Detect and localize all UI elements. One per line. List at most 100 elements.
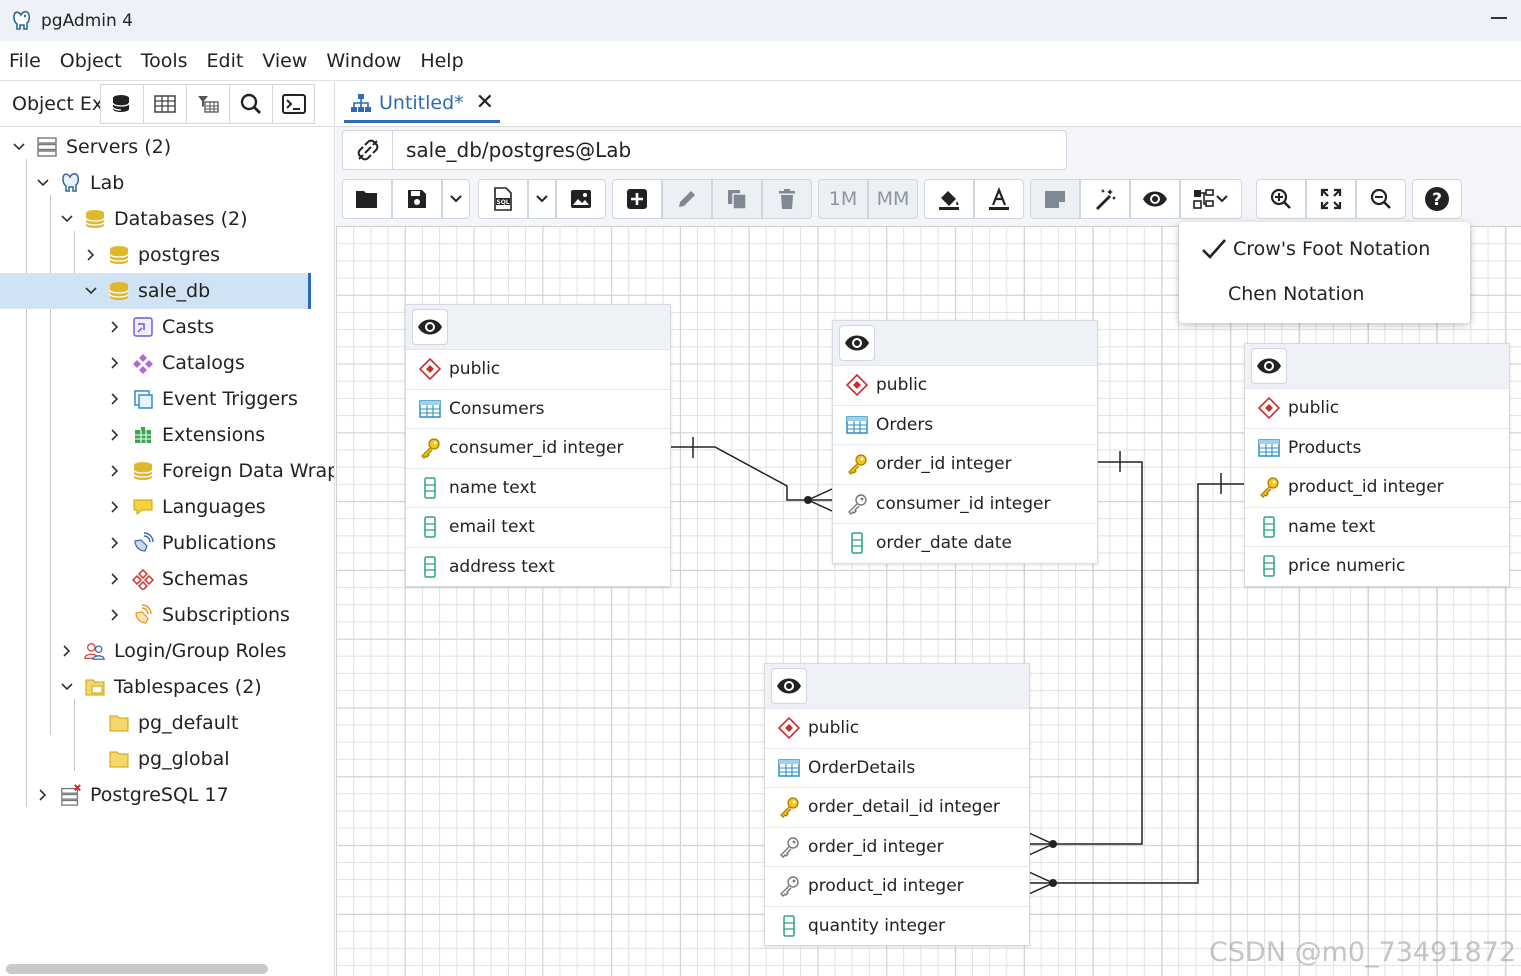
tree-item-languages[interactable]: Languages bbox=[108, 489, 334, 525]
chevron-down-icon[interactable] bbox=[60, 680, 74, 694]
view-data-button[interactable] bbox=[143, 83, 186, 124]
object-explorer-panel: Object Ex Servers (2) Lab Databases (2) … bbox=[0, 81, 335, 976]
menu-window[interactable]: Window bbox=[317, 50, 411, 72]
one-to-many-button[interactable]: 1M bbox=[818, 179, 868, 219]
zoom-in-button[interactable] bbox=[1256, 179, 1306, 219]
tree-item-sale-db[interactable]: sale_db bbox=[0, 273, 311, 309]
chevron-right-icon[interactable] bbox=[108, 356, 122, 370]
column-icon bbox=[418, 555, 442, 579]
tab-untitled[interactable]: Untitled* ✕ bbox=[344, 85, 501, 123]
tree-item-foreign-data-wrappers[interactable]: Foreign Data Wrappers bbox=[108, 453, 334, 489]
chevron-down-icon bbox=[536, 195, 548, 203]
erd-editor-panel: Untitled* ✕ sale_db/postgres@Lab SQL 1M … bbox=[336, 81, 1521, 976]
chevron-right-icon[interactable] bbox=[84, 248, 98, 262]
object-explorer-tab[interactable]: Object Ex bbox=[0, 93, 100, 115]
tree-item-catalogs[interactable]: Catalogs bbox=[108, 345, 334, 381]
connection-bar[interactable]: sale_db/postgres@Lab bbox=[342, 130, 1067, 170]
tree-item-event-triggers[interactable]: Event Triggers bbox=[108, 381, 334, 417]
eye-icon[interactable] bbox=[412, 309, 448, 345]
auto-align-button[interactable] bbox=[1080, 179, 1130, 219]
filtered-rows-button[interactable] bbox=[186, 83, 229, 124]
chevron-down-icon[interactable] bbox=[36, 176, 50, 190]
chevron-down-icon[interactable] bbox=[84, 284, 98, 298]
column-row: consumer_id integer bbox=[833, 483, 1097, 524]
minimize-button[interactable] bbox=[1491, 17, 1507, 19]
tree-item-pg-global[interactable]: pg_global bbox=[108, 741, 334, 777]
tree-item-servers[interactable]: Servers (2) bbox=[12, 129, 334, 165]
chevron-right-icon[interactable] bbox=[108, 500, 122, 514]
horizontal-scrollbar[interactable] bbox=[6, 964, 268, 974]
fill-color-button[interactable] bbox=[924, 179, 974, 219]
chevron-right-icon[interactable] bbox=[108, 536, 122, 550]
tree-item-label: PostgreSQL 17 bbox=[90, 784, 229, 806]
table-node-orderdetails[interactable]: public OrderDetails order_detail_id inte… bbox=[764, 663, 1030, 946]
many-to-many-button[interactable]: MM bbox=[868, 179, 918, 219]
chevron-down-icon[interactable] bbox=[12, 140, 26, 154]
generate-sql-button[interactable]: SQL bbox=[478, 179, 528, 219]
tree-item-extensions[interactable]: Extensions bbox=[108, 417, 334, 453]
tree-item-databases[interactable]: Databases (2) bbox=[60, 201, 334, 237]
erd-canvas[interactable]: public Consumers consumer_id integer nam… bbox=[336, 226, 1521, 976]
menu-item-chen[interactable]: Chen Notation bbox=[1179, 272, 1470, 316]
erd-sitemap-icon bbox=[351, 93, 371, 112]
tree-item-lab[interactable]: Lab bbox=[36, 165, 334, 201]
tree-item-pg-default[interactable]: pg_default bbox=[108, 705, 334, 741]
chevron-right-icon[interactable] bbox=[108, 392, 122, 406]
save-options-dropdown[interactable] bbox=[442, 179, 470, 219]
chevron-right-icon[interactable] bbox=[108, 428, 122, 442]
zoom-to-fit-button[interactable] bbox=[1306, 179, 1356, 219]
menu-help[interactable]: Help bbox=[411, 50, 473, 72]
cardinality-notation-button[interactable] bbox=[1180, 179, 1242, 219]
chevron-right-icon[interactable] bbox=[108, 320, 122, 334]
add-table-button[interactable] bbox=[612, 179, 662, 219]
menu-edit[interactable]: Edit bbox=[198, 50, 254, 72]
tree-item-publications[interactable]: Publications bbox=[108, 525, 334, 561]
save-button[interactable] bbox=[392, 179, 442, 219]
download-image-button[interactable] bbox=[556, 179, 606, 219]
query-tool-button[interactable] bbox=[100, 83, 143, 124]
one-to-many-label: 1M bbox=[828, 188, 858, 210]
tree-item-login-group-roles[interactable]: Login/Group Roles bbox=[60, 633, 334, 669]
tree-item-subscriptions[interactable]: Subscriptions bbox=[108, 597, 334, 633]
chevron-down-icon[interactable] bbox=[60, 212, 74, 226]
menu-view[interactable]: View bbox=[253, 50, 317, 72]
menu-file[interactable]: File bbox=[0, 50, 51, 72]
search-icon bbox=[240, 93, 261, 114]
text-color-button[interactable] bbox=[974, 179, 1024, 219]
chevron-right-icon[interactable] bbox=[60, 644, 74, 658]
menu-object[interactable]: Object bbox=[51, 50, 132, 72]
tree-item-postgresql-17[interactable]: PostgreSQL 17 bbox=[36, 777, 334, 813]
close-icon[interactable]: ✕ bbox=[476, 90, 494, 115]
chevron-right-icon[interactable] bbox=[108, 572, 122, 586]
tree-item-postgres[interactable]: postgres bbox=[84, 237, 334, 273]
tree-item-label: Casts bbox=[162, 316, 215, 338]
tree-item-casts[interactable]: Casts bbox=[108, 309, 334, 345]
sql-options-dropdown[interactable] bbox=[528, 179, 556, 219]
add-note-button[interactable] bbox=[1030, 179, 1080, 219]
edit-table-button[interactable] bbox=[662, 179, 712, 219]
chevron-right-icon[interactable] bbox=[108, 608, 122, 622]
column-row: name text bbox=[406, 467, 670, 508]
eye-icon[interactable] bbox=[839, 325, 875, 361]
open-file-button[interactable] bbox=[342, 179, 392, 219]
psql-tool-button[interactable] bbox=[272, 83, 315, 124]
tree-item-tablespaces[interactable]: Tablespaces (2) bbox=[60, 669, 334, 705]
delete-button[interactable] bbox=[762, 179, 812, 219]
zoom-out-button[interactable] bbox=[1356, 179, 1406, 219]
clone-table-button[interactable] bbox=[712, 179, 762, 219]
table-node-consumers[interactable]: public Consumers consumer_id integer nam… bbox=[405, 304, 671, 587]
help-button[interactable]: ? bbox=[1412, 179, 1462, 219]
search-objects-button[interactable] bbox=[229, 83, 272, 124]
menu-item-crows-foot[interactable]: Crow's Foot Notation bbox=[1179, 227, 1470, 271]
chevron-right-icon[interactable] bbox=[108, 464, 122, 478]
tree-item-schemas[interactable]: Schemas bbox=[108, 561, 334, 597]
eye-icon[interactable] bbox=[1251, 348, 1287, 384]
table-node-orders[interactable]: public Orders order_id integer consumer_… bbox=[832, 320, 1098, 564]
chevron-right-icon[interactable] bbox=[36, 788, 50, 802]
table-node-products[interactable]: public Products product_id integer name … bbox=[1244, 343, 1510, 587]
show-details-button[interactable] bbox=[1130, 179, 1180, 219]
connection-link-icon[interactable] bbox=[343, 131, 393, 169]
column-row: order_id integer bbox=[765, 826, 1029, 867]
menu-tools[interactable]: Tools bbox=[132, 50, 198, 72]
eye-icon[interactable] bbox=[771, 668, 807, 704]
